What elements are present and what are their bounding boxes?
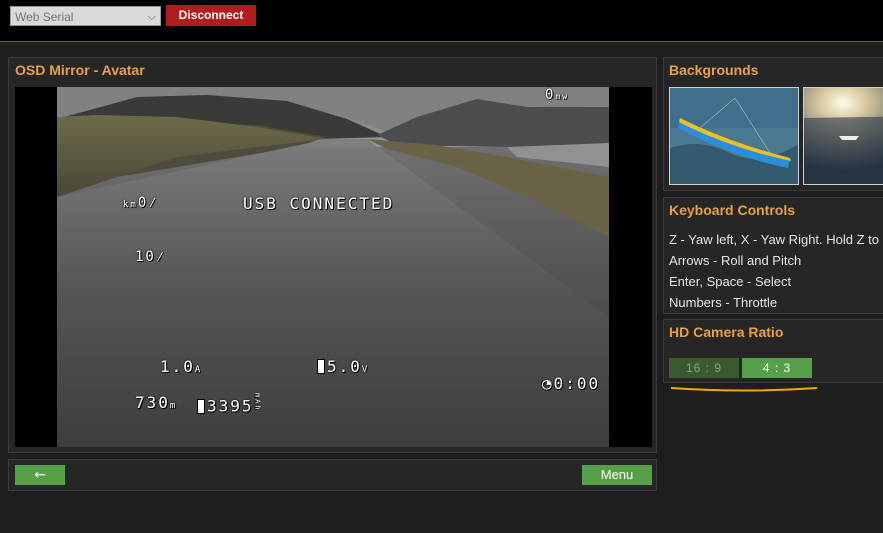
port-select-value: Web Serial — [15, 10, 74, 24]
backgrounds-title: Backgrounds — [669, 62, 759, 78]
osd-status-text: USB CONNECTED — [243, 194, 395, 213]
battery-icon — [197, 398, 205, 414]
keyboard-controls-panel: Keyboard Controls Z - Yaw left, X - Yaw … — [663, 197, 883, 314]
backgrounds-panel: Backgrounds — [663, 57, 883, 191]
menu-button[interactable]: Menu — [582, 465, 652, 485]
osd-throttle-readout: 10⁄ — [135, 249, 167, 265]
port-select[interactable]: Web Serial ⌵ — [10, 6, 161, 26]
keyboard-controls-title: Keyboard Controls — [669, 202, 796, 218]
disconnect-button[interactable]: Disconnect — [166, 5, 256, 26]
osd-speed-readout: km0⁄ — [123, 195, 159, 211]
osd-capacity-readout: 3395mAh — [197, 393, 262, 416]
osd-mirror-panel: OSD Mirror - Avatar 0mw km0⁄ USB CONNECT… — [8, 57, 657, 453]
osd-current-readout: 1.0A — [160, 357, 203, 376]
background-thumbnail-sunset-boat[interactable] — [803, 87, 883, 185]
osd-voltage-readout: 5.0V — [317, 357, 369, 376]
panel-title: OSD Mirror - Avatar — [15, 62, 145, 78]
ratio-underline-decoration — [670, 387, 818, 392]
osd-altitude-readout: 730m — [135, 393, 178, 412]
osd-display: 0mw km0⁄ USB CONNECTED 10⁄ 1.0A 5.0V ◔0:… — [15, 87, 652, 447]
chevron-down-icon: ⌵ — [147, 11, 156, 23]
keyboard-hint-throttle: Numbers - Throttle — [669, 295, 778, 310]
paraglider-image — [670, 88, 798, 184]
back-button[interactable]: ← — [15, 465, 65, 485]
hd-camera-ratio-panel: HD Camera Ratio 16 : 9 4 : 3 — [663, 319, 883, 383]
top-bar: Web Serial ⌵ Disconnect — [0, 0, 883, 42]
background-thumbnail-paraglider[interactable] — [669, 87, 799, 185]
keyboard-hint-arrows: Arrows - Roll and Pitch — [669, 253, 802, 268]
ratio-4-3-button[interactable]: 4 : 3 — [742, 358, 812, 378]
sunset-boat-image — [804, 88, 883, 184]
ratio-16-9-button[interactable]: 16 : 9 — [669, 358, 739, 378]
osd-controls-bar: ← Menu — [8, 459, 657, 491]
osd-timer-readout: ◔0:00 — [542, 374, 601, 393]
osd-power-readout: 0mw — [545, 87, 570, 103]
clock-icon: ◔ — [542, 374, 554, 393]
keyboard-hint-yaw: Z - Yaw left, X - Yaw Right. Hold Z to — [669, 232, 879, 247]
hd-camera-ratio-title: HD Camera Ratio — [669, 324, 784, 340]
battery-icon — [317, 359, 325, 374]
keyboard-hint-select: Enter, Space - Select — [669, 274, 792, 289]
